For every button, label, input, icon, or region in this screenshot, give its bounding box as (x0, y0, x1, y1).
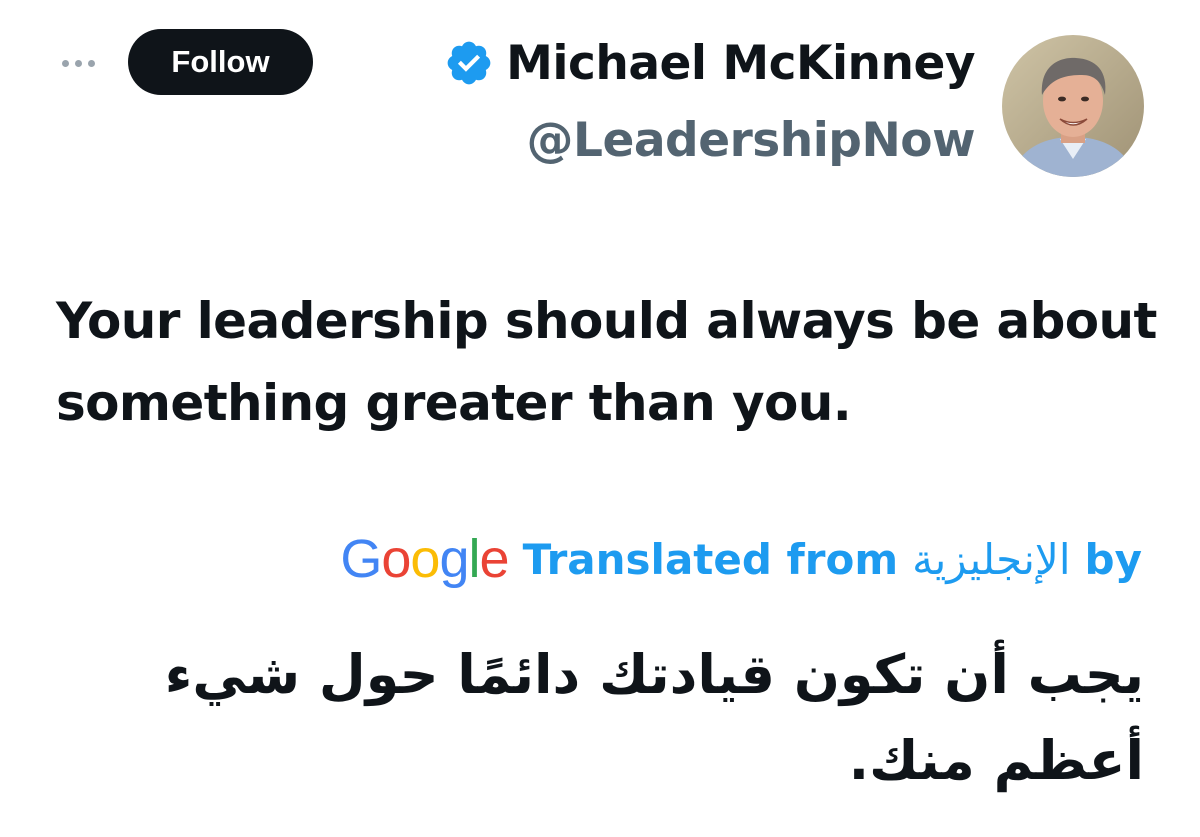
author-name-row[interactable]: Michael McKinney (444, 28, 975, 98)
translated-tweet-text: يجب أن تكون قيادتك دائمًا حول شيء أعظم م… (164, 643, 1144, 792)
profile-photo (1002, 35, 1144, 177)
tweet-text: Your leadership should always be about s… (56, 292, 1157, 432)
google-logo-letter: g (439, 529, 469, 589)
translation-attribution[interactable]: G o o g l e Translated from الإنجليزية b… (340, 524, 1142, 594)
more-options-icon[interactable] (62, 56, 102, 70)
author-handle[interactable]: @LeadershipNow (527, 108, 976, 172)
source-language[interactable]: الإنجليزية (912, 535, 1070, 584)
google-logo-letter: l (468, 529, 481, 589)
by-label: by (1084, 534, 1142, 584)
google-logo-letter: e (479, 529, 510, 589)
author-display-name: Michael McKinney (506, 35, 975, 91)
google-logo-letter: G (340, 529, 382, 589)
translated-from-label[interactable]: Translated from (523, 535, 899, 584)
more-dot (75, 59, 82, 67)
more-dot (88, 59, 95, 67)
google-logo: G o o g l e (340, 528, 510, 590)
google-logo-letter: o (381, 529, 411, 589)
follow-button[interactable]: Follow (128, 29, 313, 95)
more-dot (62, 59, 69, 67)
google-logo-letter: o (410, 529, 440, 589)
avatar[interactable] (1002, 35, 1144, 177)
verified-badge-icon (447, 41, 491, 85)
